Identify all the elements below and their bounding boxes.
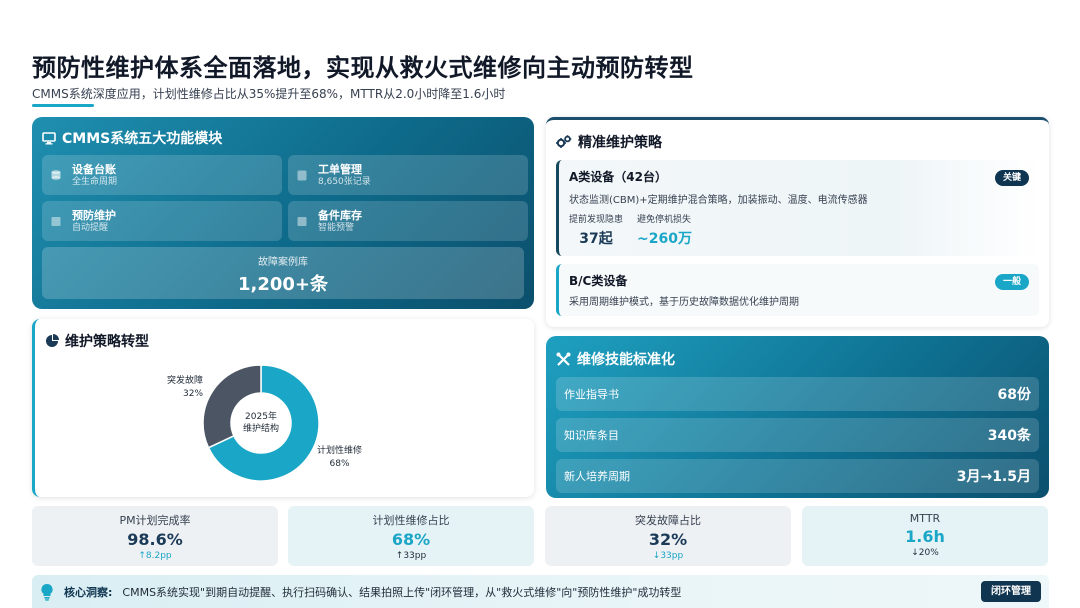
tools-icon xyxy=(556,352,571,366)
lightbulb-icon xyxy=(41,583,53,601)
std-row-work-instructions[interactable]: 作业指导书 68份 xyxy=(556,377,1039,411)
kpi-planned-ratio: 计划性维修占比 68% ↑33pp xyxy=(288,506,534,566)
closed-loop-button[interactable]: 闭环管理 xyxy=(981,581,1041,602)
label-pct: 68% xyxy=(329,459,350,469)
module-name: 预防维护 xyxy=(72,208,116,222)
kpi-value: 32% xyxy=(648,530,688,549)
std-label: 作业指导书 xyxy=(564,388,619,401)
class-a-desc: 状态监测(CBM)+定期维护混合策略，加装振动、温度、电流传感器 xyxy=(569,195,868,206)
module-equipment-ledger[interactable]: 设备台账 全生命周期 xyxy=(42,155,282,195)
standards-title-text: 维修技能标准化 xyxy=(577,352,675,368)
database-icon xyxy=(51,170,61,180)
donut-center-label: 2025年 维护结构 xyxy=(230,411,292,435)
center-line-2: 维护结构 xyxy=(242,424,279,434)
module-sub: 自动提醒 xyxy=(72,222,109,233)
kpi-label: MTTR xyxy=(909,512,941,525)
label-name: 计划性维修 xyxy=(317,446,363,456)
metric-early-detection: 提前发现隐患 37起 xyxy=(569,212,623,248)
center-line-1: 2025年 xyxy=(245,412,277,422)
page-subtitle: CMMS系统深度应用，计划性维修占比从35%提升至68%，MTTR从2.0小时降… xyxy=(32,87,506,101)
module-sub: 8,650张记录 xyxy=(318,176,371,187)
class-bc-equipment-card: B/C类设备 一般 采用周期维护模式，基于历史故障数据优化维护周期 xyxy=(556,264,1039,316)
kpi-sudden-ratio: 突发故障占比 32% ↓33pp xyxy=(545,506,791,566)
module-sub: 智能预警 xyxy=(318,222,355,233)
module-name: 工单管理 xyxy=(318,162,362,176)
metric-label: 避免停机损失 xyxy=(637,215,692,225)
kpi-pm-completion: PM计划完成率 98.6% ↑8.2pp xyxy=(32,506,278,566)
kpi-value: 98.6% xyxy=(127,530,183,549)
cmms-modules-title: CMMS系统五大功能模块 xyxy=(42,127,524,149)
standards-title: 维修技能标准化 xyxy=(556,348,1039,370)
strategy-title: 精准维护策略 xyxy=(556,132,1039,152)
kpi-delta: ↑8.2pp xyxy=(138,551,172,561)
kpi-value: 68% xyxy=(391,530,431,549)
insight-label: 核心洞察: xyxy=(64,585,113,599)
dashboard-page: 预防性维护体系全面落地，实现从救火式维修向主动预防转型 CMMS系统深度应用，计… xyxy=(0,0,1080,608)
cmms-modules-panel: CMMS系统五大功能模块 设备台账 全生命周期 工单管理 8,650张记录 预防… xyxy=(32,117,534,309)
monitor-icon xyxy=(42,131,56,144)
page-title: 预防性维护体系全面落地，实现从救火式维修向主动预防转型 xyxy=(32,54,694,82)
kpi-mttr: MTTR 1.6h ↓20% xyxy=(802,506,1048,566)
std-value: 68份 xyxy=(997,387,1031,403)
kpi-value: 1.6h xyxy=(905,527,945,546)
label-planned-maintenance: 计划性维修 68% xyxy=(317,445,362,471)
cmms-modules-title-text: CMMS系统五大功能模块 xyxy=(62,131,223,147)
strategy-title-text: 精准维护策略 xyxy=(578,135,662,151)
critical-tag: 关键 xyxy=(994,170,1029,186)
skill-standardization-panel: 维修技能标准化 作业指导书 68份 知识库条目 340条 新人培养周期 3月→1… xyxy=(546,336,1049,498)
kpi-delta: ↓20% xyxy=(911,548,939,558)
label-pct: 32% xyxy=(183,389,204,399)
label-sudden-failure: 突发故障 32% xyxy=(167,375,203,401)
std-label: 知识库条目 xyxy=(564,429,619,442)
insight-text: CMMS系统实现"到期自动提醒、执行扫码确认、结果拍照上传"闭环管理，从"救火式… xyxy=(122,585,682,599)
std-row-knowledge-base[interactable]: 知识库条目 340条 xyxy=(556,418,1039,452)
std-value: 340条 xyxy=(987,428,1031,444)
fault-case-library[interactable]: 故障案例库 1,200+条 xyxy=(42,247,524,299)
std-label: 新人培养周期 xyxy=(564,470,630,483)
metric-label: 提前发现隐患 xyxy=(569,215,624,225)
module-name: 设备台账 xyxy=(72,162,116,176)
subtitle-underline xyxy=(32,104,94,107)
strategy-transition-panel: 维护策略转型 突发故障 32% 计划性维修 68% 2025年 维护结构 xyxy=(32,319,534,497)
case-library-label: 故障案例库 xyxy=(258,257,308,268)
kpi-delta: ↓33pp xyxy=(652,551,684,561)
kpi-label: PM计划完成率 xyxy=(119,514,191,527)
maintenance-structure-donut xyxy=(202,364,320,482)
kpi-label: 突发故障占比 xyxy=(635,514,701,527)
calendar-icon xyxy=(51,217,61,226)
core-insight-bar: 核心洞察: CMMS系统实现"到期自动提醒、执行扫码确认、结果拍照上传"闭环管理… xyxy=(32,575,1049,608)
class-bc-desc: 采用周期维护模式，基于历史故障数据优化维护周期 xyxy=(569,297,799,308)
metric-downtime-avoided: 避免停机损失 ~260万 xyxy=(637,212,692,248)
std-row-training-cycle[interactable]: 新人培养周期 3月→1.5月 xyxy=(556,459,1039,493)
kpi-label: 计划性维修占比 xyxy=(372,514,450,527)
class-bc-title: B/C类设备 xyxy=(569,274,628,288)
gears-icon xyxy=(556,135,572,148)
module-work-orders[interactable]: 工单管理 8,650张记录 xyxy=(288,155,528,195)
module-sub: 全生命周期 xyxy=(72,176,118,187)
maintenance-strategy-panel: 精准维护策略 A类设备（42台） 关键 状态监测(CBM)+定期维护混合策略，加… xyxy=(546,117,1049,327)
kpi-delta: ↑33pp xyxy=(395,551,427,561)
std-value: 3月→1.5月 xyxy=(956,469,1031,485)
class-a-equipment-card: A类设备（42台） 关键 状态监测(CBM)+定期维护混合策略，加装振动、温度、… xyxy=(556,160,1039,256)
metric-value: 37起 xyxy=(579,231,613,247)
module-spare-parts[interactable]: 备件库存 智能预警 xyxy=(288,201,528,241)
label-name: 突发故障 xyxy=(167,376,204,386)
module-preventive-maintenance[interactable]: 预防维护 自动提醒 xyxy=(42,201,282,241)
general-tag: 一般 xyxy=(994,274,1029,290)
metric-value: ~260万 xyxy=(637,231,692,247)
clipboard-icon xyxy=(297,170,307,181)
case-library-value: 1,200+条 xyxy=(237,274,329,295)
class-a-title: A类设备（42台） xyxy=(569,170,667,184)
module-name: 备件库存 xyxy=(318,208,362,222)
box-icon xyxy=(297,217,307,226)
